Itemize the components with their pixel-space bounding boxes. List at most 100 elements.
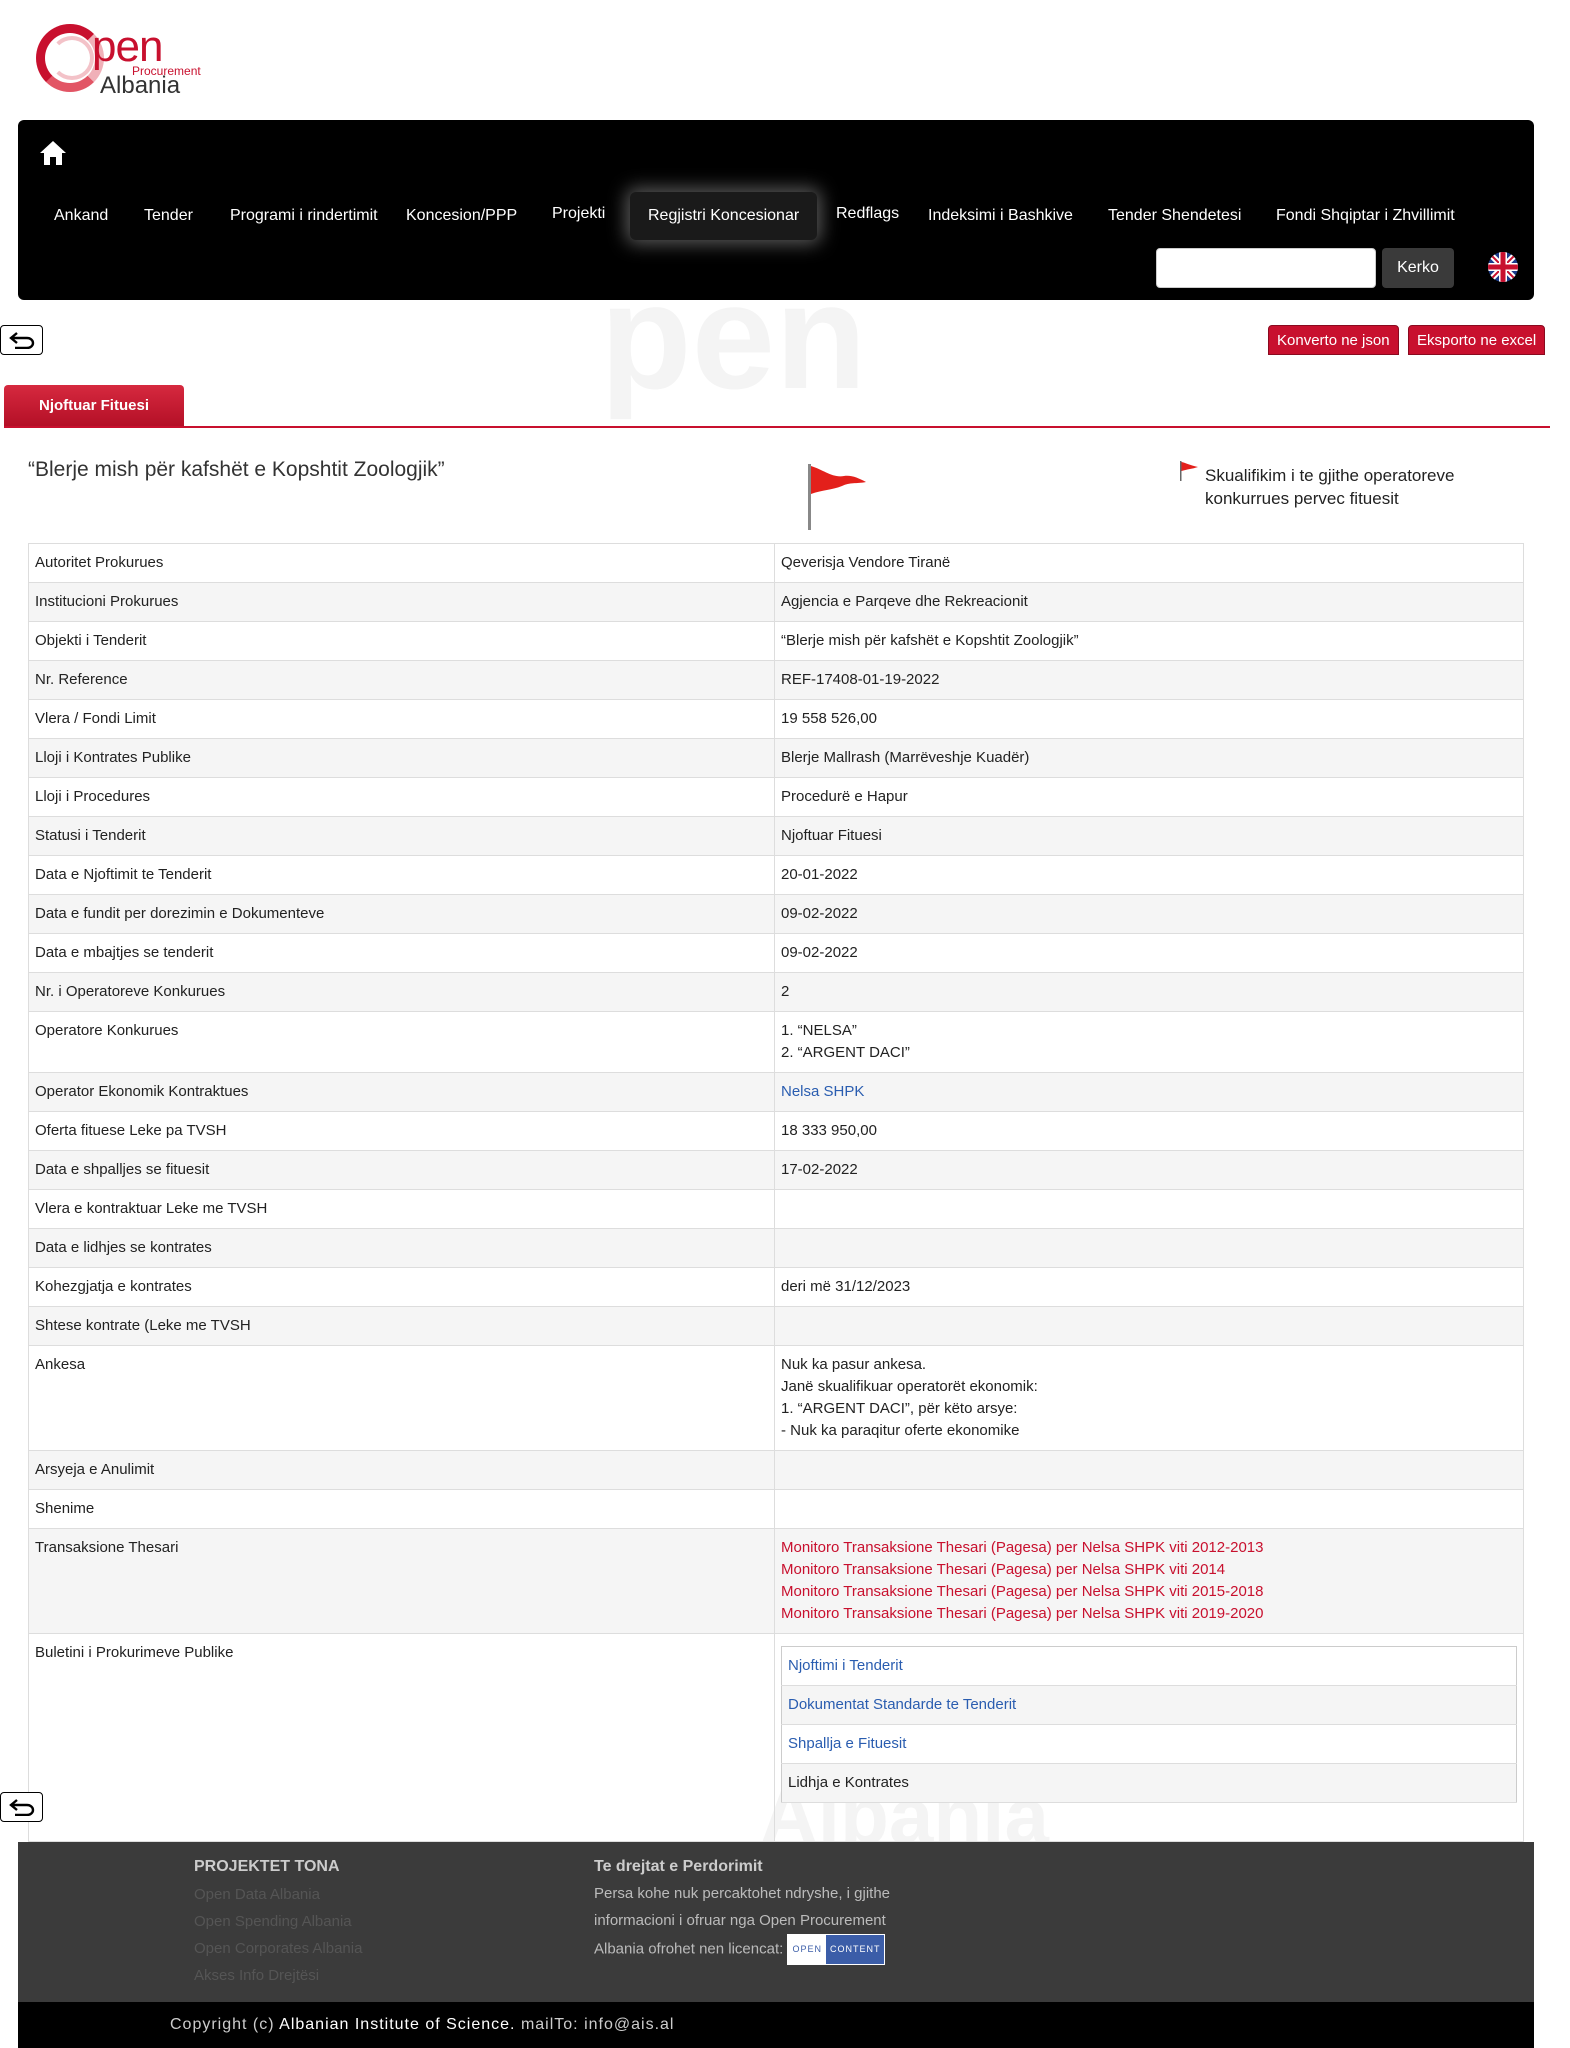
row-value: 1. “NELSA” 2. “ARGENT DACI” [774, 1011, 1524, 1073]
convert-json-button[interactable]: Konverto ne json [1268, 325, 1399, 355]
table-row: Data e fundit per dorezimin e Dokumentev… [28, 894, 1524, 934]
row-value [774, 1189, 1524, 1229]
footer-link-open-spending[interactable]: Open Spending Albania [194, 1913, 352, 1930]
nav-regjistri-koncesionar[interactable]: Regjistri Koncesionar [630, 192, 818, 240]
table-row: Lloji i Procedures Procedurë e Hapur [28, 777, 1524, 817]
disqualification-note: Skualifikim i te gjithe operatoreve konk… [1205, 466, 1455, 508]
value-line: Qeverisja Vendore Tiranë [781, 554, 951, 571]
value-line: Agjencia e Parqeve dhe Rekreacionit [781, 593, 1028, 610]
back-button[interactable] [0, 325, 43, 355]
nav-koncesion[interactable]: Koncesion/PPP [388, 192, 535, 240]
row-label: Data e fundit per dorezimin e Dokumentev… [28, 894, 775, 934]
row-label: Oferta fituese Leke pa TVSH [28, 1111, 775, 1151]
table-row: Operator Ekonomik Kontraktues Nelsa SHPK [28, 1072, 1524, 1112]
table-row: Nr. i Operatoreve Konkurues 2 [28, 972, 1524, 1012]
copyright-bar: Copyright (c) Albanian Institute of Scie… [18, 2002, 1534, 2048]
row-label: Transaksione Thesari [28, 1528, 775, 1634]
row-label: Vlera e kontraktuar Leke me TVSH [28, 1189, 775, 1229]
footer-link-open-corporates[interactable]: Open Corporates Albania [194, 1940, 362, 1957]
table-row: Vlera e kontraktuar Leke me TVSH [28, 1189, 1524, 1229]
bulletin-table: Njoftimi i Tenderit Dokumentat Standarde … [781, 1646, 1517, 1803]
row-label: Buletini i Prokurimeve Publike [28, 1633, 775, 1842]
row-label: Data e shpalljes se fituesit [28, 1150, 775, 1190]
row-label: Data e mbajtjes se tenderit [28, 933, 775, 973]
bulletin-link[interactable]: Shpallja e Fituesit [781, 1724, 1517, 1764]
value-line: - Nuk ka paraqitur oferte ekonomike [781, 1422, 1020, 1439]
value-link[interactable]: Nelsa SHPK [781, 1081, 1517, 1103]
row-value [774, 1228, 1524, 1268]
value-link[interactable]: Monitoro Transaksione Thesari (Pagesa) p… [781, 1559, 1517, 1581]
back-button-bottom[interactable] [0, 1792, 43, 1822]
search-button[interactable]: Kerko [1382, 248, 1454, 288]
value-line: Njoftuar Fituesi [781, 827, 882, 844]
english-flag-icon[interactable] [1488, 252, 1518, 282]
nav-programi[interactable]: Programi i rindertimit [212, 192, 396, 240]
footer-rights-title: Te drejtat e Perdorimit [594, 1858, 763, 1875]
tender-details-table: Autoritet Prokurues Qeverisja Vendore Tir… [28, 543, 1524, 1842]
row-value: Agjencia e Parqeve dhe Rekreacionit [774, 582, 1524, 622]
value-line: deri më 31/12/2023 [781, 1278, 911, 1295]
nav-ankand[interactable]: Ankand [36, 192, 126, 240]
value-line: 1. “ARGENT DACI”, për këto arsye: [781, 1400, 1018, 1417]
table-row: Data e Njoftimit te Tenderit 20-01-2022 [28, 855, 1524, 895]
ais-link[interactable]: Albanian Institute of Science. [279, 2016, 515, 2033]
row-value: Nelsa SHPK [774, 1072, 1524, 1112]
value-link[interactable]: Monitoro Transaksione Thesari (Pagesa) p… [781, 1537, 1517, 1559]
mail-link[interactable]: info@ais.al [584, 2016, 674, 2033]
undo-arrow-icon [8, 1799, 34, 1816]
search-input[interactable] [1156, 248, 1376, 288]
row-label: Operator Ekonomik Kontraktues [28, 1072, 775, 1112]
value-line: 09-02-2022 [781, 905, 858, 922]
nav-tender-shendetesi[interactable]: Tender Shendetesi [1090, 192, 1259, 240]
row-value: Procedurë e Hapur [774, 777, 1524, 817]
row-label: Ankesa [28, 1345, 775, 1451]
table-row-bulletin: Buletini i Prokurimeve Publike Njoftimi i… [28, 1633, 1524, 1842]
main-navigation: Ankand Tender Programi i rindertimit Kon… [18, 120, 1534, 300]
nav-redflags[interactable]: Redflags [818, 190, 917, 238]
row-value: 20-01-2022 [774, 855, 1524, 895]
bulletin-link[interactable]: Dokumentat Standarde te Tenderit [781, 1685, 1517, 1725]
open-procurement-logo[interactable]: pen Procurement Albania [34, 22, 201, 102]
value-line: 19 558 526,00 [781, 710, 877, 727]
row-value: 18 333 950,00 [774, 1111, 1524, 1151]
value-link[interactable]: Monitoro Transaksione Thesari (Pagesa) p… [781, 1581, 1517, 1603]
nav-projekti[interactable]: Projekti [534, 190, 623, 238]
footer-rights-line: Albania ofrohet nen licencat: [594, 1940, 784, 1958]
nav-indeksimi[interactable]: Indeksimi i Bashkive [910, 192, 1091, 240]
row-value: 19 558 526,00 [774, 699, 1524, 739]
table-row: Statusi i Tenderit Njoftuar Fituesi [28, 816, 1524, 856]
table-row: Operatore Konkurues 1. “NELSA” 2. “ARGENT … [28, 1011, 1524, 1073]
footer-link-akses-info[interactable]: Akses Info Drejtësi [194, 1967, 319, 1984]
row-value: Blerje Mallrash (Marrëveshje Kuadër) [774, 738, 1524, 778]
undo-arrow-icon [8, 332, 34, 349]
footer-rights-line: informacioni i ofruar nga Open Procureme… [594, 1912, 886, 1929]
row-label: Shenime [28, 1489, 775, 1529]
row-label: Autoritet Prokurues [28, 543, 775, 583]
tab-njoftuar-fituesi[interactable]: Njoftuar Fituesi [4, 385, 184, 427]
nav-tender[interactable]: Tender [126, 192, 211, 240]
value-line: Janë skualifikuar operatorët ekonomik: [781, 1378, 1038, 1395]
open-content-badge[interactable]: OPEN CONTENT [787, 1934, 886, 1965]
export-excel-button[interactable]: Eksporto ne excel [1408, 325, 1546, 355]
table-row: Ankesa Nuk ka pasur ankesa. Janë skualifik… [28, 1345, 1524, 1451]
value-line: 2. “ARGENT DACI” [781, 1044, 910, 1061]
row-label: Lloji i Procedures [28, 777, 775, 817]
row-value: Njoftuar Fituesi [774, 816, 1524, 856]
value-link[interactable]: Monitoro Transaksione Thesari (Pagesa) p… [781, 1603, 1517, 1625]
row-label: Data e Njoftimit te Tenderit [28, 855, 775, 895]
row-value: 09-02-2022 [774, 894, 1524, 934]
home-icon[interactable] [38, 138, 68, 168]
row-value: “Blerje mish për kafshët e Kopshtit Zool… [774, 621, 1524, 661]
footer-link-open-data[interactable]: Open Data Albania [194, 1886, 320, 1903]
row-label: Shtese kontrate (Leke me TVSH [28, 1306, 775, 1346]
small-red-flag-icon [1178, 460, 1200, 482]
table-row: Shtese kontrate (Leke me TVSH [28, 1306, 1524, 1346]
table-row: Institucioni Prokurues Agjencia e Parqeve… [28, 582, 1524, 622]
value-line: 20-01-2022 [781, 866, 858, 883]
table-row: Oferta fituese Leke pa TVSH 18 333 950,00 [28, 1111, 1524, 1151]
table-row: Vlera / Fondi Limit 19 558 526,00 [28, 699, 1524, 739]
nav-fondi-shqiptar[interactable]: Fondi Shqiptar i Zhvillimit [1258, 192, 1473, 240]
bulletin-link[interactable]: Njoftimi i Tenderit [781, 1646, 1517, 1686]
row-value: 09-02-2022 [774, 933, 1524, 973]
bulletin-item: Shpallja e Fituesit [781, 1724, 1517, 1764]
